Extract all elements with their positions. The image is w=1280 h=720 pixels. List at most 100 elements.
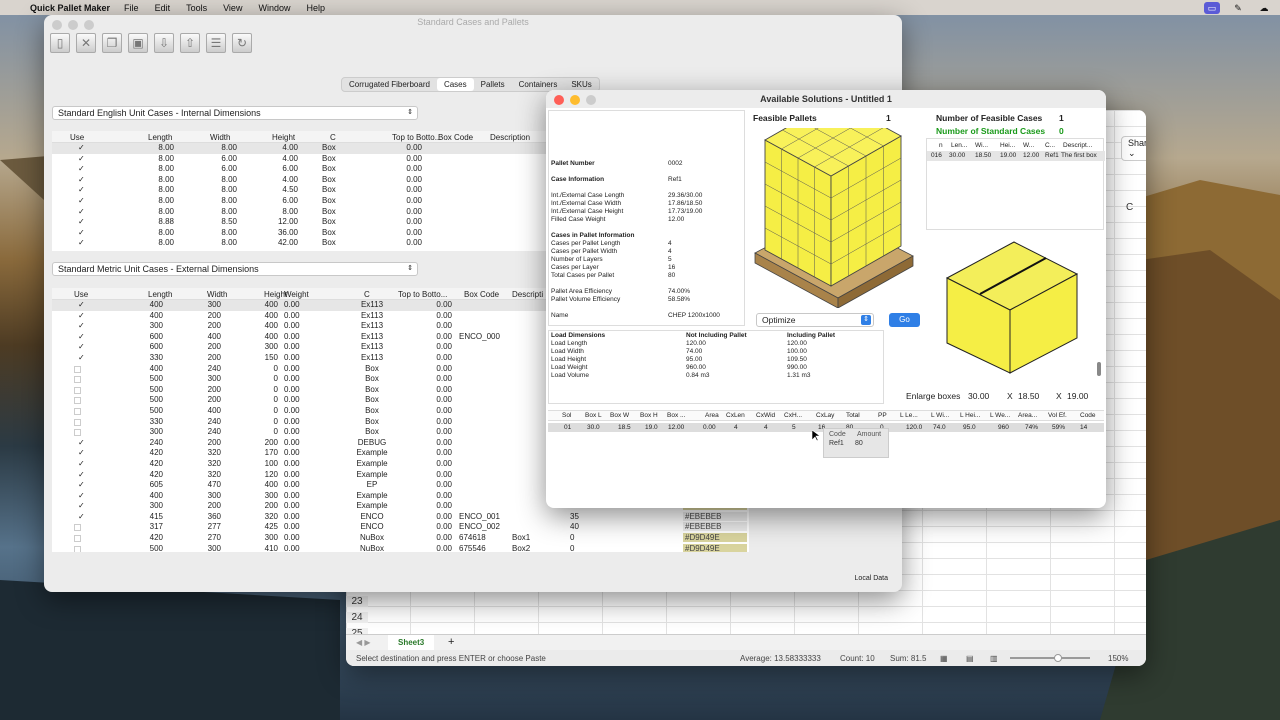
column-header[interactable]: CxH...	[784, 412, 802, 419]
use-checkbox[interactable]	[74, 524, 81, 532]
use-checkbox[interactable]	[74, 407, 81, 415]
menu-window[interactable]: Window	[258, 3, 290, 13]
use-checkbox[interactable]	[74, 429, 81, 437]
export-icon[interactable]: ⇧	[180, 33, 200, 53]
column-header[interactable]: L Wi...	[931, 412, 949, 419]
screen-share-icon[interactable]: ▭	[1204, 1, 1220, 14]
column-header[interactable]: L We...	[990, 412, 1010, 419]
column-header[interactable]: Box W	[610, 412, 629, 419]
use-checkbox[interactable]: ✓	[78, 217, 85, 226]
column-header[interactable]: CxLay	[816, 412, 834, 419]
column-header[interactable]: L Le...	[900, 412, 918, 419]
column-header[interactable]: Box Code	[438, 133, 473, 142]
use-checkbox[interactable]: ✓	[78, 342, 85, 351]
prev-sheet-icon[interactable]: ◀ ▶	[356, 638, 371, 647]
column-header[interactable]: Wi...	[975, 142, 988, 149]
sheet-tab[interactable]: Sheet3	[388, 635, 435, 650]
column-header[interactable]: Area	[705, 412, 719, 419]
zoom-slider[interactable]	[1010, 657, 1090, 659]
tab-cases[interactable]: Cases	[436, 78, 474, 91]
table-row[interactable]: ✓ 8.88 8.50 12.00 Box 0.00	[52, 217, 552, 228]
use-checkbox[interactable]: ✓	[78, 185, 85, 194]
tab-pallets[interactable]: Pallets	[474, 78, 512, 91]
column-header[interactable]: Code	[1080, 412, 1096, 419]
use-checkbox[interactable]: ✓	[78, 512, 85, 521]
pallet-3d-view[interactable]	[753, 128, 923, 308]
column-header[interactable]: CxLen	[726, 412, 745, 419]
use-checkbox[interactable]: ✓	[78, 470, 85, 479]
column-header[interactable]: CxWid	[756, 412, 775, 419]
table-row[interactable]: ✓ 8.00 8.00 4.50 Box 0.00	[52, 185, 552, 196]
use-checkbox[interactable]: ✓	[78, 501, 85, 510]
use-checkbox[interactable]: ✓	[78, 311, 85, 320]
use-checkbox[interactable]: ✓	[78, 175, 85, 184]
column-header[interactable]: C...	[1045, 142, 1055, 149]
close-window-button[interactable]	[554, 95, 564, 105]
add-sheet-icon[interactable]: +	[448, 636, 454, 648]
use-checkbox[interactable]	[74, 376, 81, 384]
paste-icon[interactable]: ▣	[128, 33, 148, 53]
menu-edit[interactable]: Edit	[155, 3, 171, 13]
column-header[interactable]: Top to Botto...	[398, 290, 447, 299]
use-checkbox[interactable]: ✓	[78, 143, 85, 152]
page-break-icon[interactable]: ▥	[990, 654, 998, 663]
use-checkbox[interactable]: ✓	[78, 207, 85, 216]
zoom-slider-thumb[interactable]	[1054, 654, 1062, 662]
metric-units-select[interactable]: Standard Metric Unit Cases - External Di…	[52, 262, 418, 276]
list-icon[interactable]: ☰	[206, 33, 226, 53]
table-row[interactable]: ✓ 8.00 8.00 36.00 Box 0.00	[52, 228, 552, 239]
share-button[interactable]: Share ⌄	[1121, 136, 1146, 161]
table-row[interactable]: ✓ 8.00 8.00 4.00 Box 0.00	[52, 143, 552, 154]
table-row[interactable]: ✓ 415 360 320 0.00 ENCO 0.00 ENCO_001 35 #EBEBEB	[52, 511, 749, 523]
column-header[interactable]: Box Code	[464, 290, 499, 299]
use-checkbox[interactable]: ✓	[78, 491, 85, 500]
table-row[interactable]: 317 277 425 0.00 ENCO 0.00 ENCO_002 40 #EBEBEB	[52, 522, 749, 533]
column-header[interactable]: Box H	[640, 412, 658, 419]
use-checkbox[interactable]	[74, 418, 81, 426]
optimize-select[interactable]: Optimize ⇕	[756, 313, 874, 327]
use-checkbox[interactable]: ✓	[78, 321, 85, 330]
column-header[interactable]: C	[364, 290, 370, 299]
zoom-window-button[interactable]	[586, 95, 596, 105]
column-header[interactable]: Top to Botto...	[392, 133, 441, 142]
column-header[interactable]: Hei...	[1000, 142, 1015, 149]
table-row[interactable]: 500 300 410 0.00 NuBox 0.00 675546 Box2 0 #D9D49E	[52, 543, 749, 552]
table-row[interactable]: 420 270 300 0.00 NuBox 0.00 674618 Box1 0 #D9D49E	[52, 533, 749, 544]
use-checkbox[interactable]: ✓	[78, 238, 85, 247]
use-checkbox[interactable]: ✓	[78, 480, 85, 489]
use-checkbox[interactable]: ✓	[78, 459, 85, 468]
column-header[interactable]: Use	[74, 290, 88, 299]
cloud-icon[interactable]: ☁	[1256, 2, 1272, 14]
use-checkbox[interactable]: ✓	[78, 332, 85, 341]
use-checkbox[interactable]: ✓	[78, 438, 85, 447]
import-icon[interactable]: ⇩	[154, 33, 174, 53]
column-header[interactable]: Length	[148, 133, 172, 142]
table-row[interactable]: 016 30.00 18.50 19.00 12.00 Ref1 The first box	[927, 151, 1105, 161]
column-header[interactable]: Descripti	[512, 290, 543, 299]
enlarge-width-field[interactable]: 18.50	[1018, 391, 1054, 401]
use-checkbox[interactable]: ✓	[78, 448, 85, 457]
menu-file[interactable]: File	[124, 3, 139, 13]
column-header[interactable]: Total	[846, 412, 860, 419]
column-header[interactable]: Box ...	[667, 412, 685, 419]
menu-tools[interactable]: Tools	[186, 3, 207, 13]
column-header[interactable]: Description	[490, 133, 530, 142]
tab-corrugated-fiberboard[interactable]: Corrugated Fiberboard	[342, 78, 437, 91]
column-header[interactable]: n	[939, 142, 943, 149]
menu-view[interactable]: View	[223, 3, 242, 13]
column-header[interactable]: Sol	[562, 412, 571, 419]
use-checkbox[interactable]	[74, 386, 81, 394]
enlarge-height-field[interactable]: 19.00	[1067, 391, 1101, 401]
column-header[interactable]: Box L	[585, 412, 602, 419]
table-row[interactable]: ✓ 8.00 8.00 42.00 Box 0.00	[52, 238, 552, 249]
delete-document-icon[interactable]: ✕	[76, 33, 96, 53]
use-checkbox[interactable]: ✓	[78, 154, 85, 163]
table-row[interactable]: ✓ 8.00 8.00 8.00 Box 0.00	[52, 207, 552, 218]
column-header[interactable]: Descript...	[1063, 142, 1092, 149]
use-checkbox[interactable]	[74, 535, 81, 543]
use-checkbox[interactable]	[74, 365, 81, 373]
table-row[interactable]: ✓ 8.00 8.00 4.00 Box 0.00	[52, 175, 552, 186]
column-header[interactable]: Weight	[284, 290, 309, 299]
table-row[interactable]: ✓ 8.00 6.00 6.00 Box 0.00	[52, 164, 552, 175]
go-button[interactable]: Go	[889, 313, 920, 327]
